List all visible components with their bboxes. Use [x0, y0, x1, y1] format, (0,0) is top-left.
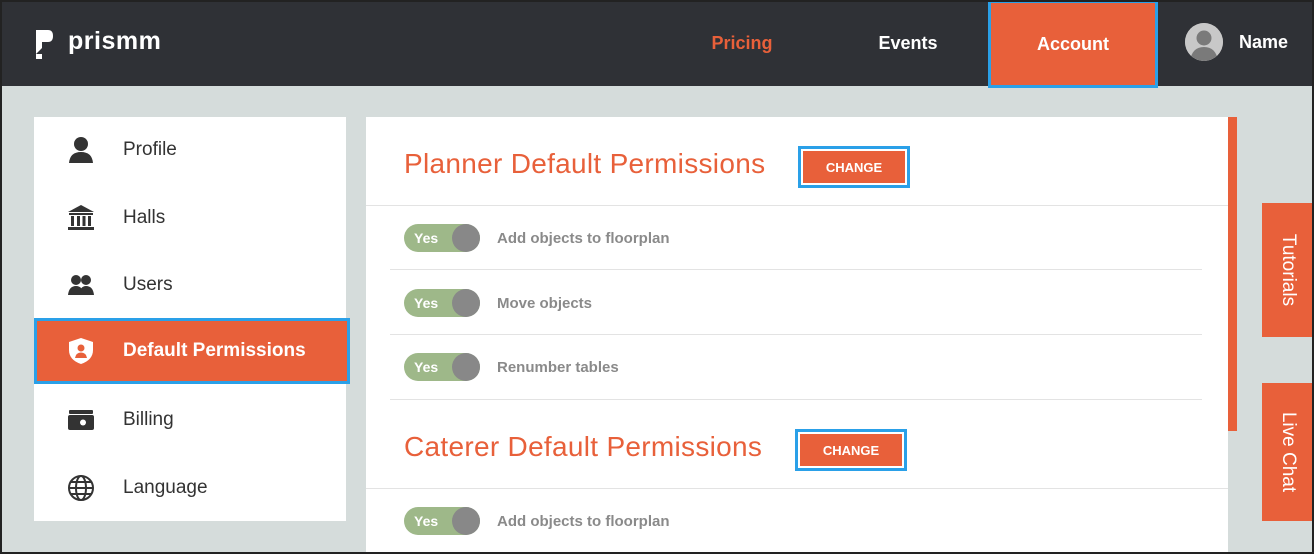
nav-events-link[interactable]: Events: [846, 0, 970, 86]
section-title-planner: Planner Default Permissions: [404, 148, 766, 179]
caterer-change-button[interactable]: CHANGE: [795, 429, 907, 471]
users-icon: [64, 268, 98, 302]
live-chat-tab[interactable]: Live Chat: [1262, 383, 1314, 521]
section-title-caterer: Caterer Default Permissions: [404, 431, 763, 462]
user-menu[interactable]: Name: [1185, 23, 1288, 61]
scrollbar-thumb[interactable]: [1228, 117, 1237, 431]
permission-toggle[interactable]: Yes: [404, 289, 480, 317]
user-icon: [64, 133, 98, 167]
toggle-knob: [452, 224, 480, 252]
toggle-label: Yes: [414, 230, 439, 246]
permission-toggle[interactable]: Yes: [404, 224, 480, 252]
permission-row: Yes Add objects to floorplan: [404, 223, 670, 253]
permission-toggle[interactable]: Yes: [404, 353, 480, 381]
toggle-knob: [452, 353, 480, 381]
sidebar-item-label: Language: [123, 477, 208, 498]
permission-row: Yes Add objects to floorplan: [404, 506, 670, 536]
divider: [390, 269, 1202, 270]
prismm-logo-icon: [36, 30, 53, 59]
toggle-label: Yes: [414, 295, 439, 311]
divider: [390, 399, 1202, 400]
permission-label: Move objects: [497, 294, 593, 312]
user-name: Name: [1239, 31, 1289, 52]
sidebar-item-label: Users: [123, 274, 173, 295]
permission-label: Add objects to floorplan: [497, 229, 670, 247]
account-sidebar: Profile Halls Users Default Permissions …: [34, 117, 350, 521]
globe-icon: [64, 471, 98, 505]
sidebar-item-label: Default Permissions: [123, 340, 306, 361]
tutorials-tab-label: Tutorials: [1278, 233, 1299, 307]
tutorials-tab[interactable]: Tutorials: [1262, 203, 1314, 337]
permission-label: Add objects to floorplan: [497, 512, 670, 530]
sidebar-item-billing[interactable]: Billing: [34, 387, 346, 453]
toggle-label: Yes: [414, 359, 439, 375]
shield-user-icon: [64, 334, 98, 368]
brand-logo[interactable]: prismm: [34, 26, 162, 60]
top-navigation-bar: prismm Pricing Events Account Name: [0, 0, 1314, 88]
permissions-panel: Planner Default Permissions CHANGE Yes A…: [366, 117, 1228, 554]
live-chat-tab-label: Live Chat: [1278, 411, 1299, 493]
toggle-knob: [452, 507, 480, 535]
permission-row: Yes Renumber tables: [404, 352, 619, 382]
permission-label: Renumber tables: [497, 358, 619, 376]
divider: [366, 488, 1228, 489]
user-avatar-icon: [1185, 23, 1223, 61]
permission-toggle[interactable]: Yes: [404, 507, 480, 535]
avatar: [1185, 23, 1223, 61]
sidebar-item-label: Billing: [123, 409, 174, 430]
sidebar-item-label: Profile: [123, 139, 177, 160]
sidebar-item-profile[interactable]: Profile: [34, 117, 346, 183]
sidebar-item-users[interactable]: Users: [34, 252, 346, 318]
sidebar-item-halls[interactable]: Halls: [34, 185, 346, 251]
brand-name: prismm: [68, 26, 162, 55]
wallet-icon: [64, 403, 98, 437]
sidebar-item-label: Halls: [123, 207, 166, 228]
toggle-label: Yes: [414, 513, 439, 529]
divider: [366, 205, 1228, 206]
nav-pricing-link[interactable]: Pricing: [680, 0, 804, 86]
toggle-knob: [452, 289, 480, 317]
divider: [390, 334, 1202, 335]
nav-account-link[interactable]: Account: [988, 0, 1158, 88]
permission-row: Yes Move objects: [404, 288, 592, 318]
building-icon: [64, 201, 98, 235]
planner-change-button[interactable]: CHANGE: [798, 146, 910, 188]
sidebar-item-language[interactable]: Language: [34, 455, 346, 521]
sidebar-item-default-permissions[interactable]: Default Permissions: [34, 318, 350, 384]
